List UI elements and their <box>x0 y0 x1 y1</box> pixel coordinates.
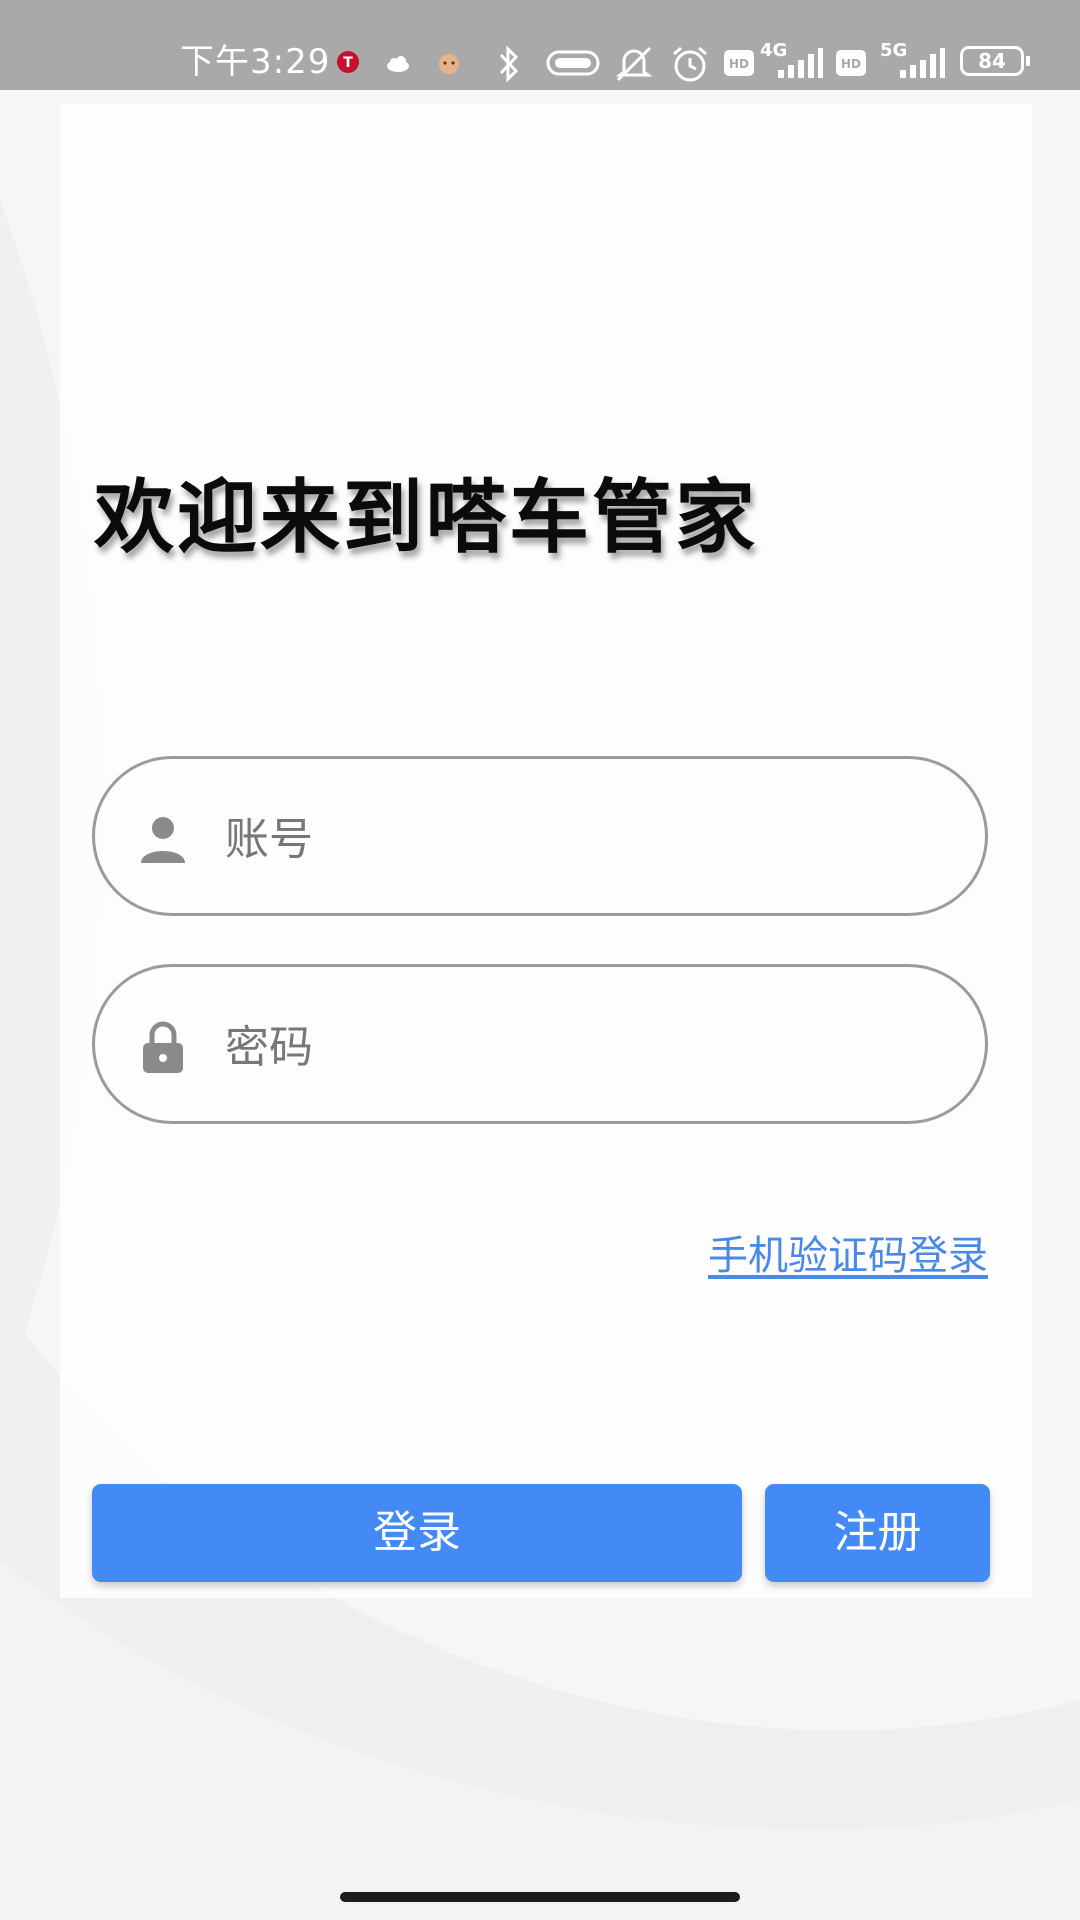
account-field[interactable] <box>92 756 988 916</box>
svg-text:HD: HD <box>841 57 861 71</box>
status-bar: 下午3:29 T HD 4G HD 5G 84 <box>0 0 1080 90</box>
home-indicator[interactable] <box>340 1892 740 1902</box>
taobao-app-icon: T <box>337 51 359 73</box>
cat-app-icon <box>439 54 459 74</box>
nfc-icon <box>546 50 600 76</box>
register-button[interactable]: 注册 <box>765 1484 990 1582</box>
status-time: 下午3:29 <box>180 42 331 82</box>
hd-icon: HD <box>836 50 866 76</box>
cloud-app-icon <box>387 56 409 72</box>
login-button[interactable]: 登录 <box>92 1484 742 1582</box>
hd-icon: HD <box>724 50 754 76</box>
battery-icon: 84 <box>960 46 1030 76</box>
password-field[interactable] <box>92 964 988 1124</box>
signal-icon <box>778 48 823 78</box>
lock-icon <box>143 1021 183 1073</box>
alarm-icon <box>673 46 707 82</box>
user-icon <box>141 817 185 863</box>
svg-text:T: T <box>343 55 353 71</box>
page-title: 欢迎来到嗒车管家 <box>94 471 758 564</box>
bluetooth-icon <box>499 45 519 83</box>
signal-icon <box>900 48 945 78</box>
mute-icon <box>615 46 653 82</box>
svg-text:HD: HD <box>729 57 749 71</box>
password-input[interactable] <box>225 997 945 1097</box>
sms-login-link[interactable]: 手机验证码登录 <box>708 1230 988 1282</box>
account-input[interactable] <box>225 789 945 889</box>
